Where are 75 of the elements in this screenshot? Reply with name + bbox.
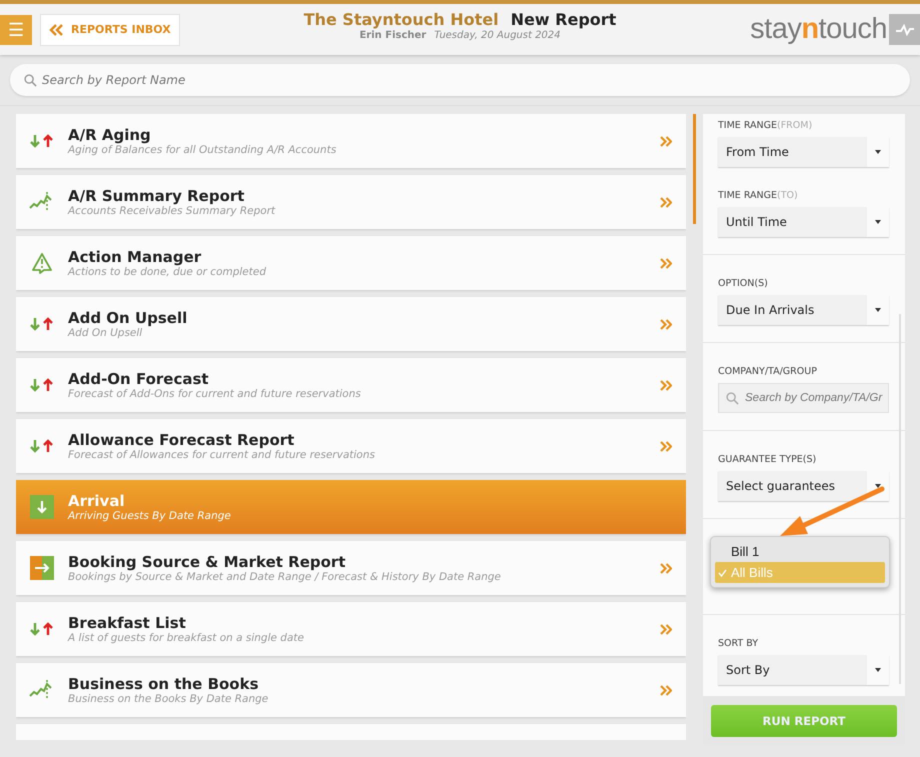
double-chevron-icon [660,258,672,268]
filter-label: TIME RANGE(FROM) [718,120,814,131]
search-field[interactable]: Search by Report Name [10,64,910,96]
filter-label: OPTION(S) [718,278,769,289]
activity-button[interactable] [889,14,920,45]
date-text: Tuesday, 20 August 2024 [434,30,561,41]
double-chevron-icon [660,684,672,696]
page-title: New Report [510,10,616,29]
logo: stayntouch [750,13,887,46]
double-chevron-icon [660,318,672,330]
up-down-arrows-icon [29,133,55,149]
hotel-name: The Stayntouch Hotel [304,10,499,29]
select-field[interactable]: From Time [718,137,889,167]
report-title: Add On Upsell [68,308,188,326]
double-chevron-icon [660,440,672,452]
report-title: Arrival [68,492,126,510]
report-item[interactable]: A/R Aging Aging of Balances for all Outstanding A/R Accounts [16,114,686,168]
caret-icon [875,308,881,312]
report-title: Breakfast List [68,614,187,632]
report-description: Business on the Books By Date Range [68,692,268,706]
report-title: A/R Aging [68,126,152,144]
report-title: A/R Summary Report [68,186,246,204]
filter-label: SORT BY [718,638,760,649]
pulse-icon [894,24,914,36]
check-icon [718,568,727,576]
double-chevron-icon [660,562,672,574]
double-chevron-icon [660,624,672,634]
up-down-arrows-icon [29,438,55,454]
report-description: Forecast of Allowances for current and future reservations [68,448,375,462]
double-chevron-icon [660,196,672,208]
report-title: Action Manager [68,248,202,266]
select-field[interactable]: Sort By [718,655,889,685]
caret-icon [875,220,881,224]
filter-label: COMPANY/TA/GROUP [718,366,818,377]
report-title: Add-On Forecast [68,370,210,388]
report-description: Bookings by Source & Market and Date Range / Forecast & History By Date Range [68,570,501,584]
report-item[interactable]: Action Manager Actions to be done, due or completed [16,236,686,290]
report-title: Business on the Books [68,674,260,692]
caret-icon [875,150,881,154]
caret-icon [875,484,881,488]
double-chevron-icon [660,380,672,390]
report-description: Actions to be done, due or completed [68,266,266,278]
report-title: Booking Source & Market Report [68,552,346,570]
report-item[interactable]: Add-On Forecast Forecast of Add-Ons for current and future reservations [16,358,686,412]
report-item[interactable]: Booking Source & Market Report Bookings by Source & Market and Date Range / Forecast & History By Date Range [16,541,686,595]
up-down-arrows-icon [29,621,55,637]
report-description: Aging of Balances for all Outstanding A/R Accounts [68,144,336,156]
report-item[interactable]: Add On Upsell Add On Upsell [16,297,686,351]
filter-label: TIME RANGE(TO) [718,190,799,201]
double-chevron-icon [49,24,63,36]
split-arrow-icon [30,556,54,580]
report-item[interactable]: Breakfast List A list of guests for breakfast on a single date [16,602,686,656]
double-chevron-icon [660,136,672,146]
filter-label: GUARANTEE TYPE(S) [718,454,818,465]
search-icon [24,74,37,87]
user-name: Erin Fischer [359,30,426,41]
search-field[interactable]: Search by Company/TA/Gr [718,383,889,413]
report-item[interactable]: A/R Summary Report Accounts Receivables Summary Report [16,175,686,229]
warning-icon [31,252,53,274]
up-down-arrows-icon [29,377,55,393]
report-description: Accounts Receivables Summary Report [68,204,276,218]
report-description: Arriving Guests By Date Range [68,510,231,522]
up-down-arrows-icon [29,316,55,332]
report-title: Allowance Forecast Report [68,430,296,448]
select-field[interactable]: Select guarantees [718,471,889,501]
menu-option[interactable]: Bill 1 [715,541,885,562]
report-description: Forecast of Add-Ons for current and future reservations [68,388,361,400]
report-item[interactable]: Allowance Forecast Report Forecast of Allowances for current and future reservations [16,419,686,473]
report-item[interactable]: Business on the Books Business on the Books By Date Range [16,663,686,717]
select-field[interactable]: Due In Arrivals [718,295,889,325]
caret-icon [875,668,881,672]
report-description: Add On Upsell [68,326,144,340]
select-field[interactable]: Until Time [718,207,889,237]
report-description: A list of guests for breakfast on a single date [68,632,304,644]
search-icon [726,392,739,405]
